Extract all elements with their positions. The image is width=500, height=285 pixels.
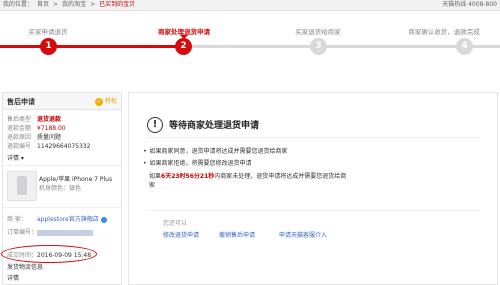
refund-progress: 买家申请退货 商家处理退货申请 买家退货给商家 商家确认收货，退款完成 1 2 … <box>0 10 500 66</box>
step-2-circle: 2 <box>175 38 192 55</box>
aftersale-type-row: 售后类型 退货退款 <box>7 114 61 123</box>
order-number-redacted <box>37 229 93 236</box>
breadcrumb: 我的位置： 首页 > 我的淘宝 > 已买到的宝贝 <box>3 0 139 10</box>
refund-number-value: 11429664075332 <box>37 143 91 150</box>
details-link-2-text[interactable]: 详情 <box>7 275 19 282</box>
aftersale-summary-panel: 售后申请 ✓ 特权 售后类型 退货退款 退款金额 ¥7188.00 退款原因 质量问题 … <box>1 92 122 285</box>
step-3-circle: 3 <box>310 38 327 55</box>
seller-row: 商 家： applestore官方旗舰店 <box>7 214 107 223</box>
aftersale-header: 售后申请 ✓ 特权 <box>3 93 121 110</box>
breadcrumb-current[interactable]: 已买到的宝贝 <box>99 1 135 8</box>
refund-number-row: 退款编号 11429664075332 <box>7 141 90 150</box>
seller-label: 商 家： <box>7 216 27 223</box>
divider <box>3 165 121 166</box>
options-label: 您还可以 <box>163 220 188 227</box>
step-4-label: 商家确认收货，退款完成 <box>408 28 480 36</box>
breadcrumb-sep: > <box>53 1 59 8</box>
privilege-badge[interactable]: ✓ 特权 <box>94 96 117 106</box>
deadline-notice: 如果6天23时56分21秒内商家未处理，退货申请将达成并需要您退货给商 <box>149 171 346 180</box>
deadline-countdown: 6天23时56分21秒 <box>161 173 215 180</box>
progress-line-pending <box>184 45 500 48</box>
deadline-prefix: 如果 <box>149 173 162 180</box>
divider <box>147 210 479 211</box>
privilege-icon: ✓ <box>94 98 103 106</box>
refund-reason-label: 退款原因 <box>7 134 32 141</box>
breadcrumb-prefix: 我的位置： <box>3 1 34 8</box>
refund-status-panel: ! 等待商家处理退货申请 如果商家同意，退货申请将达成并需要您退货给商家 如果商… <box>128 92 498 285</box>
details-link-text[interactable]: 详情 <box>7 155 19 162</box>
status-bullet-1: 如果商家同意，退货申请将达成并需要您退货给商家 <box>143 146 288 155</box>
privilege-label: 特权 <box>104 98 117 105</box>
modify-refund-link[interactable]: 修改退货申请 <box>163 230 199 239</box>
request-tmall-service-link[interactable]: 申请天猫客服介入 <box>279 230 327 239</box>
aftersale-type-value: 退货退款 <box>37 116 62 123</box>
refund-amount-label: 退款金额 <box>7 125 32 132</box>
progress-line-done <box>0 45 184 48</box>
product-thumbnail[interactable] <box>7 171 37 201</box>
step-1-label: 买家申请退货 <box>28 28 68 36</box>
refund-number-label: 退款编号 <box>7 143 32 150</box>
product-spec: 机身颜色：银色 <box>39 185 82 192</box>
wangwang-chat-icon[interactable] <box>100 216 107 223</box>
breadcrumb-home[interactable]: 首页 <box>37 1 49 8</box>
status-bullet-2: 如果商家拒绝，将需要您修改退货申请 <box>143 158 252 167</box>
refund-reason-row: 退款原因 质量问题 <box>7 132 61 141</box>
product-info: Apple/苹果 iPhone 7 Plus 机身颜色：银色 <box>39 175 119 193</box>
aftersale-type-label: 售后类型 <box>7 116 32 123</box>
divider <box>3 207 121 208</box>
refund-reason-value: 质量问题 <box>37 134 62 141</box>
refund-amount-row: 退款金额 ¥7188.00 <box>7 123 66 132</box>
cancel-aftersale-link[interactable]: 撤销售后申请 <box>219 230 255 239</box>
divider <box>147 137 479 138</box>
aftersale-details-link[interactable]: 详情 ▾ <box>7 153 24 162</box>
order-number-label: 订单编号： <box>7 229 38 236</box>
breadcrumb-my-taobao[interactable]: 我的淘宝 <box>62 1 86 8</box>
order-number-row: 订单编号： <box>7 227 93 236</box>
shipping-info-label: 发货物流信息 <box>7 264 44 271</box>
product-name[interactable]: Apple/苹果 iPhone 7 Plus <box>39 175 119 184</box>
step-1-circle: 1 <box>40 38 57 55</box>
aftersale-title: 售后申请 <box>7 98 35 106</box>
deadline-suffix: 内商家未处理，退货申请将达成并需要您退货给商 <box>214 173 347 180</box>
seller-link[interactable]: applestore官方旗舰店 <box>37 216 99 223</box>
highlight-circle-annotation <box>1 245 97 263</box>
refund-amount-value: ¥7188.00 <box>37 125 66 132</box>
details-link-2[interactable]: 详情 <box>7 273 19 282</box>
status-title: 等待商家处理退货申请 <box>169 121 260 131</box>
step-4-circle: 4 <box>456 38 473 55</box>
breadcrumb-sep: > <box>90 1 96 8</box>
shipping-info-row[interactable]: 发货物流信息 <box>7 262 43 271</box>
hotline-text: 天猫热线 4008-800 <box>442 1 497 8</box>
step-3-label: 买家退货给商家 <box>295 28 341 36</box>
deadline-tail: 家 <box>149 182 156 189</box>
info-exclamation-icon: ! <box>147 117 163 133</box>
phone-image <box>17 176 27 195</box>
